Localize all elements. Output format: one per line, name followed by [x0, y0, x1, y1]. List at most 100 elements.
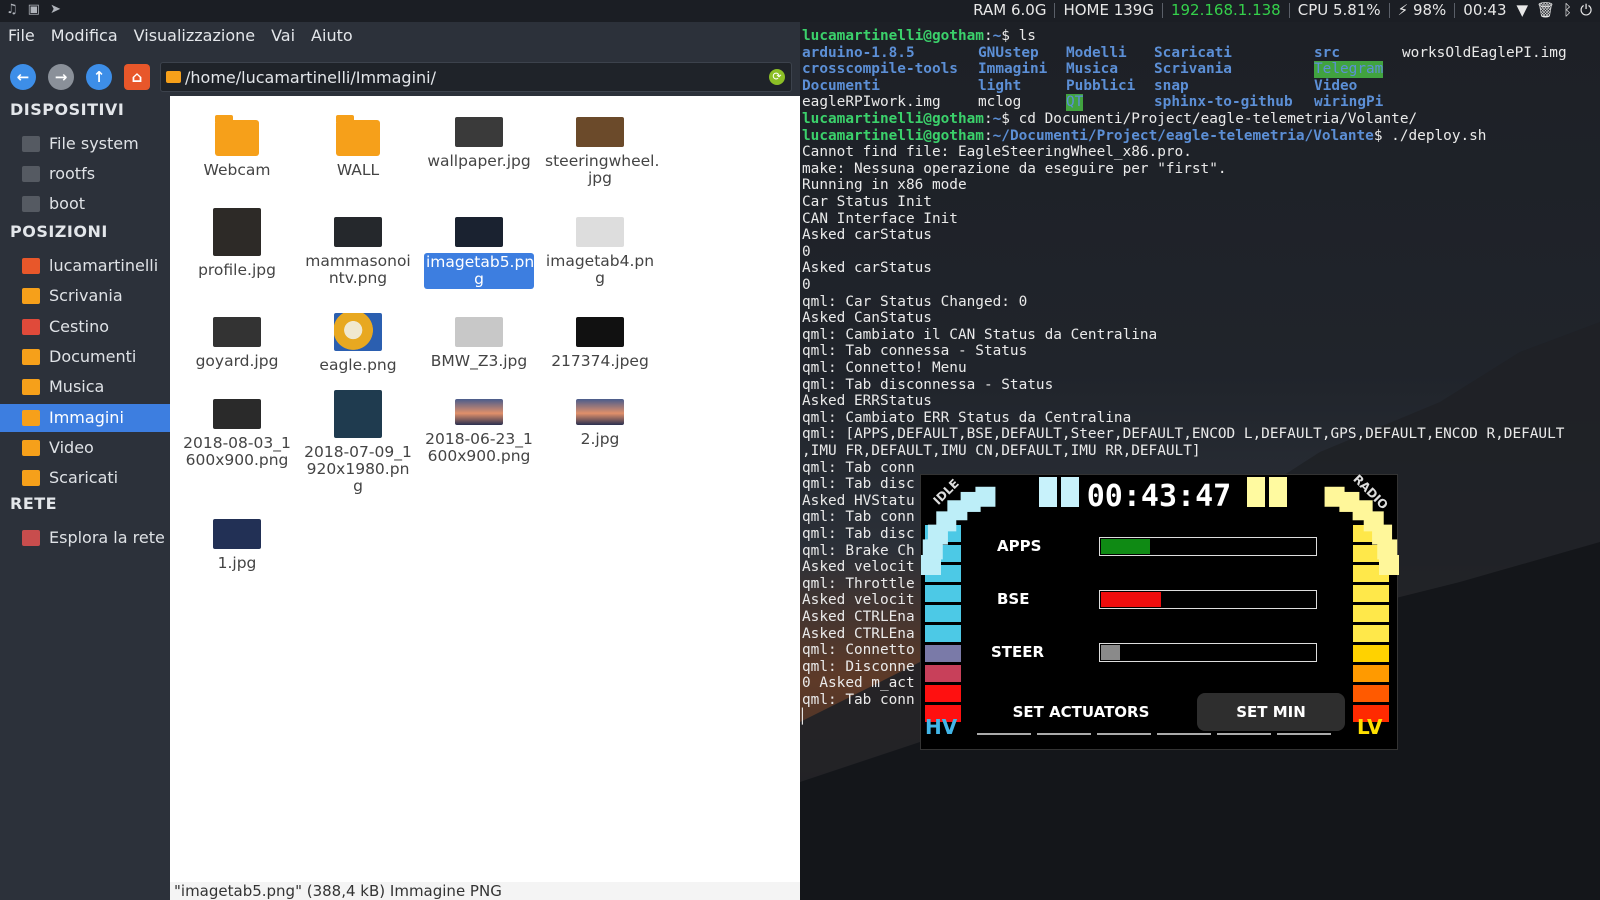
- sidebar-item-scrivania[interactable]: Scrivania: [0, 282, 170, 310]
- terminal-window[interactable]: lucamartinelli@gotham:~$ ls arduino-1.8.5…: [800, 22, 1600, 900]
- power-icon[interactable]: ⏻: [1580, 1, 1592, 19]
- drive-icon: [22, 136, 40, 152]
- file-item[interactable]: steeringwheel. jpg: [545, 110, 659, 187]
- location-bar[interactable]: /home/lucamartinelli/Immagini/ ⟳: [160, 62, 792, 92]
- set-actuators-button[interactable]: SET ACTUATORS: [991, 693, 1171, 731]
- file-item[interactable]: Webcam: [182, 110, 292, 179]
- sensor-label: APPS: [997, 537, 1042, 555]
- bottom-tick: [1037, 733, 1091, 735]
- file-item[interactable]: mammasonoi ntv.png: [303, 210, 413, 287]
- bluetooth-icon[interactable]: ᛒ: [1563, 1, 1572, 19]
- sidebar-heading: DISPOSITIVI: [10, 100, 125, 119]
- terminal-line: Asked HVStatu: [802, 492, 915, 509]
- set-min-button[interactable]: SET MIN: [1197, 693, 1345, 731]
- terminal-line: qml: Tab connessa - Status: [802, 343, 1028, 360]
- hv-label: HV: [925, 715, 958, 739]
- sidebar-item-scaricati[interactable]: Scaricati: [0, 464, 170, 492]
- image-thumbnail: [213, 317, 261, 347]
- back-button[interactable]: ←: [10, 64, 36, 90]
- file-name: profile.jpg: [198, 261, 276, 279]
- file-item[interactable]: 2.jpg: [545, 392, 655, 448]
- refresh-icon[interactable]: ⟳: [769, 69, 785, 85]
- file-item[interactable]: 2018-07-09_1 920x1980.pn g: [303, 390, 413, 495]
- clock[interactable]: 00:43: [1463, 1, 1506, 19]
- hv-gauge-segment: [925, 625, 961, 642]
- hv-gauge-segment: [925, 605, 961, 622]
- hv-gauge-segment: [925, 665, 961, 682]
- file-item[interactable]: BMW_Z3.jpg: [424, 310, 534, 370]
- trash-tray-icon[interactable]: 🗑: [1536, 1, 1555, 19]
- battery-indicator[interactable]: ⚡ 98%: [1398, 1, 1447, 19]
- lv-label: LV: [1357, 715, 1383, 739]
- image-thumbnail: [455, 117, 503, 147]
- sidebar-item-file-system[interactable]: File system: [0, 130, 170, 158]
- drive-icon: [22, 166, 40, 182]
- terminal-line: 0 Asked m_act: [802, 675, 915, 692]
- file-item[interactable]: 217374.jpeg: [545, 310, 655, 370]
- file-item[interactable]: 2018-06-23_1 600x900.png: [424, 392, 534, 465]
- terminal-line: 0: [802, 243, 811, 260]
- file-item[interactable]: wallpaper.jpg: [424, 110, 534, 170]
- sensor-bar-fill: [1101, 645, 1121, 660]
- image-thumbnail: [455, 399, 503, 425]
- music-icon[interactable]: ♫: [6, 2, 18, 17]
- file-name: eagle.png: [319, 356, 397, 374]
- steering-wheel-dashboard[interactable]: 00:43:47 IDLE RADIO HV LV APPS BSE STEER S…: [920, 472, 1399, 750]
- terminal-line: Running in x86 mode: [802, 177, 967, 194]
- sidebar-item-cestino[interactable]: Cestino: [0, 313, 170, 341]
- menu-visualizzazione[interactable]: Visualizzazione: [126, 26, 263, 52]
- sidebar-item-label: rootfs: [49, 164, 96, 183]
- sidebar-item-boot[interactable]: boot: [0, 190, 170, 218]
- telegram-icon[interactable]: ➤: [50, 2, 61, 17]
- pictures-folder-icon: [22, 409, 40, 426]
- sensor-label: STEER: [991, 643, 1045, 661]
- terminal-line: Asked ERRStatus: [802, 393, 932, 410]
- file-item[interactable]: profile.jpg: [182, 208, 292, 279]
- file-item[interactable]: 2018-08-03_1 600x900.png: [182, 392, 292, 469]
- up-button[interactable]: ↑: [86, 64, 112, 90]
- wifi-icon[interactable]: ▼: [1517, 1, 1529, 19]
- trash-icon: [22, 318, 40, 335]
- sidebar: DISPOSITIVI File system rootfs boot POSIZION…: [0, 98, 170, 900]
- file-item[interactable]: goyard.jpg: [182, 310, 292, 370]
- file-name: wallpaper.jpg: [427, 152, 531, 170]
- menu-vai[interactable]: Vai: [263, 26, 303, 52]
- menu-modifica[interactable]: Modifica: [43, 26, 126, 52]
- terminal-line: CAN Interface Init: [802, 210, 958, 227]
- image-thumbnail: [576, 217, 624, 247]
- terminal-line: Asked carStatus: [802, 260, 932, 277]
- lv-gauge-segment: [1353, 585, 1389, 602]
- menu-file[interactable]: File: [0, 26, 43, 52]
- sidebar-item-rootfs[interactable]: rootfs: [0, 160, 170, 188]
- screenshot-icon[interactable]: ▣: [28, 2, 40, 17]
- terminal-cursor: ▏: [802, 708, 811, 725]
- image-thumbnail: [576, 117, 624, 147]
- drive-icon: [22, 196, 40, 212]
- folder-icon: [22, 439, 40, 456]
- sidebar-item-esplora-la-rete[interactable]: Esplora la rete: [0, 524, 170, 552]
- file-item[interactable]: eagle.png: [303, 310, 413, 374]
- icon-view[interactable]: Webcam WALL wallpaper.jpg steeringwheel. jp…: [170, 96, 800, 882]
- image-thumbnail: [213, 399, 261, 429]
- lv-gauge-segment: [1353, 685, 1389, 702]
- sensor-bar-fill: [1101, 539, 1151, 554]
- bottom-tick: [1277, 733, 1331, 735]
- file-item[interactable]: imagetab4.pn g: [545, 210, 655, 287]
- folder-icon: [336, 115, 380, 156]
- file-item[interactable]: 1.jpg: [182, 512, 292, 572]
- hv-gauge-top: [1061, 477, 1079, 507]
- sidebar-item-musica[interactable]: Musica: [0, 373, 170, 401]
- home-button[interactable]: ⌂: [124, 64, 150, 90]
- file-item[interactable]: WALL: [303, 110, 413, 179]
- sidebar-item-documenti[interactable]: Documenti: [0, 343, 170, 371]
- forward-button[interactable]: →: [48, 64, 74, 90]
- image-thumbnail: [213, 208, 261, 256]
- terminal-line: qml: Tab disc: [802, 476, 915, 493]
- sidebar-item-video[interactable]: Video: [0, 434, 170, 462]
- file-name: imagetab5.pn g: [424, 253, 535, 289]
- sidebar-item-label: File system: [49, 134, 139, 153]
- sidebar-item-immagini[interactable]: Immagini: [0, 403, 170, 432]
- menu-aiuto[interactable]: Aiuto: [303, 26, 361, 52]
- sidebar-item-lucamartinelli[interactable]: lucamartinelli: [0, 252, 170, 280]
- file-item[interactable]: imagetab5.pn g: [424, 210, 534, 289]
